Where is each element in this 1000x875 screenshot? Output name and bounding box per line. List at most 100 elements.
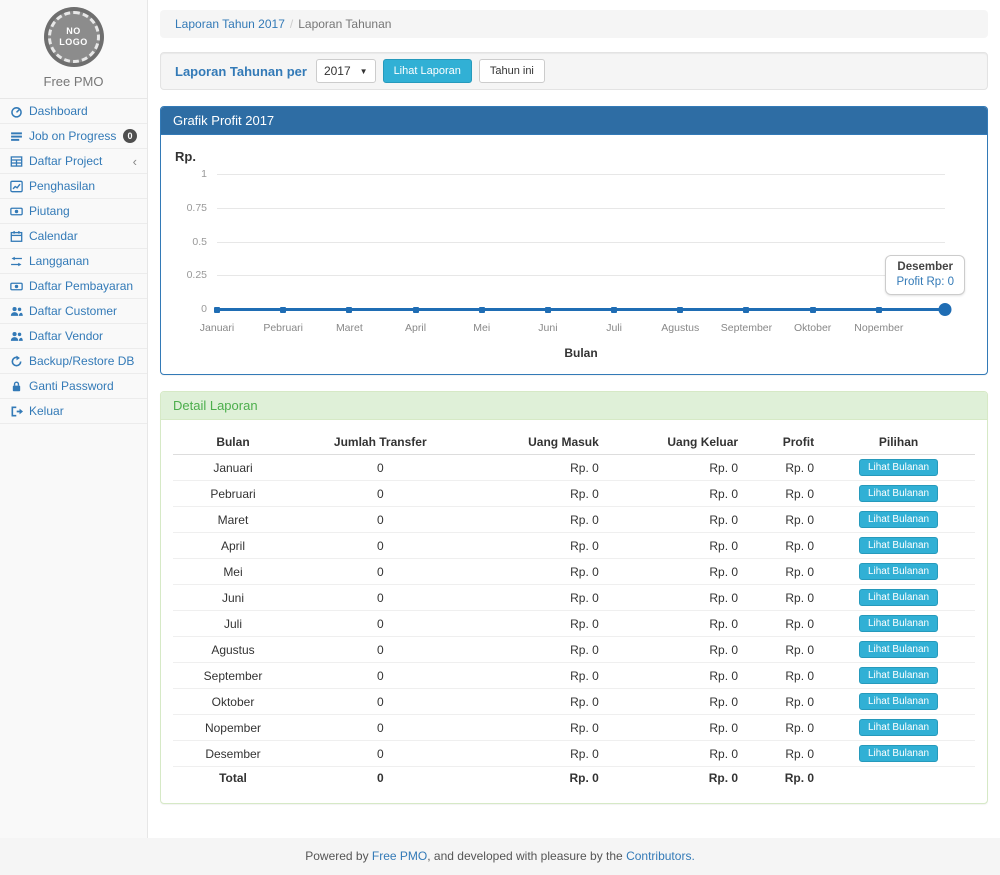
cell: 0 — [293, 455, 468, 481]
sidebar-item-label: Daftar Project — [29, 154, 102, 168]
cell: April — [173, 533, 293, 559]
cell: Rp. 0 — [468, 507, 607, 533]
data-point-desember[interactable] — [939, 303, 952, 316]
money-icon — [10, 205, 23, 218]
sidebar-item-label: Keluar — [29, 404, 64, 418]
sidebar-item-label: Langganan — [29, 254, 89, 268]
sidebar-item-daftar-vendor[interactable]: Daftar Vendor — [0, 324, 147, 349]
profit-series-line: 0 — [217, 308, 945, 311]
sidebar-item-langganan[interactable]: Langganan — [0, 249, 147, 274]
sidebar-item-label: Job on Progress — [29, 129, 116, 143]
cell: Rp. 0 — [468, 715, 607, 741]
breadcrumb-link-laporan-tahun[interactable]: Laporan Tahun 2017 — [175, 17, 285, 31]
total-cell: Rp. 0 — [468, 767, 607, 790]
action-cell: Lihat Bulanan — [822, 611, 975, 637]
data-point-oktober[interactable] — [810, 307, 816, 313]
tahun-ini-button[interactable]: Tahun ini — [479, 59, 545, 83]
table-row-desember: Desember0Rp. 0Rp. 0Rp. 0Lihat Bulanan — [173, 741, 975, 767]
lihat-bulanan-button-desember[interactable]: Lihat Bulanan — [859, 745, 938, 762]
y-tick-label: 0 — [201, 303, 207, 315]
sidebar-item-penghasilan[interactable]: Penghasilan — [0, 174, 147, 199]
lihat-bulanan-button-juli[interactable]: Lihat Bulanan — [859, 615, 938, 632]
action-cell: Lihat Bulanan — [822, 663, 975, 689]
lihat-bulanan-button-pebruari[interactable]: Lihat Bulanan — [859, 485, 938, 502]
caret-down-icon: ▼ — [360, 67, 368, 76]
footer-text-middle: , and developed with pleasure by the — [427, 849, 626, 863]
y-tick-label: 0.5 — [192, 236, 207, 248]
lihat-bulanan-button-agustus[interactable]: Lihat Bulanan — [859, 641, 938, 658]
table-row-agustus: Agustus0Rp. 0Rp. 0Rp. 0Lihat Bulanan — [173, 637, 975, 663]
data-point-januari[interactable] — [214, 307, 220, 313]
data-point-april[interactable] — [413, 307, 419, 313]
sidebar-menu: DashboardJob on Progress0 Daftar Project ‹… — [0, 98, 147, 424]
calendar-icon — [10, 230, 23, 243]
cell: Rp. 0 — [607, 663, 746, 689]
data-point-mei[interactable] — [479, 307, 485, 313]
chart-x-axis-title: Bulan — [217, 346, 945, 360]
refresh-icon — [10, 355, 23, 368]
detail-panel-title: Detail Laporan — [161, 392, 987, 420]
column-header-bulan: Bulan — [173, 430, 293, 455]
cell: Maret — [173, 507, 293, 533]
sidebar-item-backup-restore-db[interactable]: Backup/Restore DB — [0, 349, 147, 374]
lihat-bulanan-button-september[interactable]: Lihat Bulanan — [859, 667, 938, 684]
y-tick-label: 0.75 — [187, 202, 207, 214]
data-point-juni[interactable] — [545, 307, 551, 313]
lihat-bulanan-button-januari[interactable]: Lihat Bulanan — [859, 459, 938, 476]
sidebar-item-label: Piutang — [29, 204, 70, 218]
table-row-juni: Juni0Rp. 0Rp. 0Rp. 0Lihat Bulanan — [173, 585, 975, 611]
lihat-bulanan-button-oktober[interactable]: Lihat Bulanan — [859, 693, 938, 710]
tooltip-category: Desember — [896, 261, 954, 273]
lihat-laporan-button[interactable]: Lihat Laporan — [383, 59, 472, 83]
cell: Rp. 0 — [746, 481, 822, 507]
cell: Rp. 0 — [607, 481, 746, 507]
sidebar-item-daftar-project[interactable]: Daftar Project ‹ — [0, 149, 147, 174]
table-row-nopember: Nopember0Rp. 0Rp. 0Rp. 0Lihat Bulanan — [173, 715, 975, 741]
cell: Rp. 0 — [607, 559, 746, 585]
data-point-juli[interactable] — [611, 307, 617, 313]
cell: Nopember — [173, 715, 293, 741]
action-cell: Lihat Bulanan — [822, 507, 975, 533]
lihat-bulanan-button-mei[interactable]: Lihat Bulanan — [859, 563, 938, 580]
sidebar-item-job-on-progress[interactable]: Job on Progress0 — [0, 124, 147, 149]
app-logo: NO LOGO Free PMO — [0, 0, 147, 98]
lihat-bulanan-button-april[interactable]: Lihat Bulanan — [859, 537, 938, 554]
action-cell: Lihat Bulanan — [822, 533, 975, 559]
lihat-bulanan-button-maret[interactable]: Lihat Bulanan — [859, 511, 938, 528]
sidebar-item-keluar[interactable]: Keluar — [0, 399, 147, 424]
cell: 0 — [293, 481, 468, 507]
sidebar-item-label: Daftar Pembayaran — [29, 279, 133, 293]
report-filter-bar: Laporan Tahunan per 2017 ▼ Lihat Laporan… — [160, 52, 988, 90]
cell: Rp. 0 — [468, 637, 607, 663]
sidebar-item-ganti-password[interactable]: Ganti Password — [0, 374, 147, 399]
sidebar-item-calendar[interactable]: Calendar — [0, 224, 147, 249]
chevron-left-icon: ‹ — [133, 155, 137, 168]
cell: Rp. 0 — [607, 637, 746, 663]
data-point-september[interactable] — [743, 307, 749, 313]
table-row-pebruari: Pebruari0Rp. 0Rp. 0Rp. 0Lihat Bulanan — [173, 481, 975, 507]
footer-link-free-pmo[interactable]: Free PMO — [372, 849, 427, 863]
sidebar-item-piutang[interactable]: Piutang — [0, 199, 147, 224]
data-point-pebruari[interactable] — [280, 307, 286, 313]
table-row-maret: Maret0Rp. 0Rp. 0Rp. 0Lihat Bulanan — [173, 507, 975, 533]
data-point-maret[interactable] — [346, 307, 352, 313]
profit-line-chart: Desember Profit Rp: 0 0.250.50.7510 — [217, 174, 945, 312]
lihat-bulanan-button-nopember[interactable]: Lihat Bulanan — [859, 719, 938, 736]
detail-table-wrap: BulanJumlah TransferUang MasukUang Kelua… — [161, 420, 987, 803]
sidebar-item-daftar-customer[interactable]: Daftar Customer — [0, 299, 147, 324]
sidebar-item-daftar-pembayaran[interactable]: Daftar Pembayaran — [0, 274, 147, 299]
year-select[interactable]: 2017 ▼ — [316, 59, 376, 83]
chart-x-labels: JanuariPebruariMaretAprilMeiJuniJuliAgus… — [217, 322, 945, 336]
monthly-report-table: BulanJumlah TransferUang MasukUang Kelua… — [173, 430, 975, 789]
footer-link-contributors[interactable]: Contributors. — [626, 849, 695, 863]
sidebar-item-dashboard[interactable]: Dashboard — [0, 99, 147, 124]
x-tick-label-mei: Mei — [473, 322, 490, 334]
x-tick-label-nopember: Nopember — [854, 322, 903, 334]
cell: Rp. 0 — [468, 611, 607, 637]
data-point-agustus[interactable] — [677, 307, 683, 313]
x-tick-label-september: September — [721, 322, 772, 334]
lihat-bulanan-button-juni[interactable]: Lihat Bulanan — [859, 589, 938, 606]
main-content: Laporan Tahun 2017/Laporan Tahunan Lapor… — [148, 0, 1000, 838]
data-point-nopember[interactable] — [876, 307, 882, 313]
cell: Rp. 0 — [746, 689, 822, 715]
